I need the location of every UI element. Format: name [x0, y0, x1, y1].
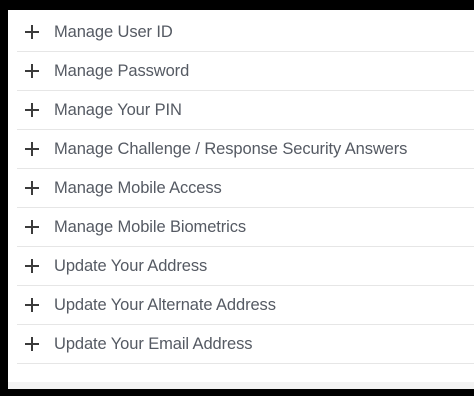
- accordion-item-label: Manage Challenge / Response Security Ans…: [54, 139, 408, 158]
- accordion-item-manage-password[interactable]: Manage Password: [17, 52, 474, 91]
- accordion-item-label: Update Your Alternate Address: [54, 295, 276, 314]
- accordion-item-manage-security-answers[interactable]: Manage Challenge / Response Security Ans…: [17, 130, 474, 169]
- plus-icon[interactable]: [25, 220, 39, 234]
- accordion-item-label: Update Your Email Address: [54, 334, 253, 353]
- panel-bottom-strip: [8, 382, 474, 389]
- plus-icon[interactable]: [25, 259, 39, 273]
- accordion-item-label: Update Your Address: [54, 256, 208, 275]
- accordion-item-manage-pin[interactable]: Manage Your PIN: [17, 91, 474, 130]
- plus-icon[interactable]: [25, 337, 39, 351]
- accordion-item-label: Manage Your PIN: [54, 100, 182, 119]
- settings-accordion-list: Manage User ID Manage Password Manage Yo…: [17, 13, 474, 364]
- accordion-item-manage-user-id[interactable]: Manage User ID: [17, 13, 474, 52]
- plus-icon[interactable]: [25, 142, 39, 156]
- plus-icon[interactable]: [25, 103, 39, 117]
- accordion-item-label: Manage Mobile Access: [54, 178, 222, 197]
- accordion-item-update-email-address[interactable]: Update Your Email Address: [17, 325, 474, 364]
- accordion-item-label: Manage Password: [54, 61, 190, 80]
- accordion-item-manage-mobile-biometrics[interactable]: Manage Mobile Biometrics: [17, 208, 474, 247]
- plus-icon[interactable]: [25, 298, 39, 312]
- accordion-item-label: Manage User ID: [54, 22, 173, 41]
- settings-panel: Manage User ID Manage Password Manage Yo…: [8, 10, 474, 389]
- accordion-item-update-address[interactable]: Update Your Address: [17, 247, 474, 286]
- screenshot-frame: Manage User ID Manage Password Manage Yo…: [0, 0, 474, 396]
- plus-icon[interactable]: [25, 64, 39, 78]
- plus-icon[interactable]: [25, 181, 39, 195]
- plus-icon[interactable]: [25, 25, 39, 39]
- accordion-item-label: Manage Mobile Biometrics: [54, 217, 247, 236]
- accordion-item-update-alternate-address[interactable]: Update Your Alternate Address: [17, 286, 474, 325]
- accordion-item-manage-mobile-access[interactable]: Manage Mobile Access: [17, 169, 474, 208]
